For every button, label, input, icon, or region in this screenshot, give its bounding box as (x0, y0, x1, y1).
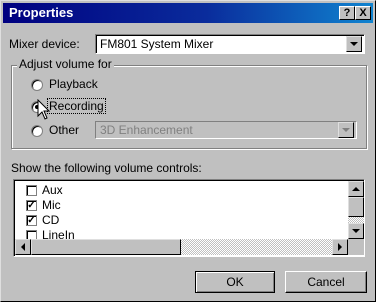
ok-button[interactable]: OK (195, 271, 275, 293)
volume-controls-list[interactable]: Aux ✓ Mic ✓ CD LineIn (13, 179, 365, 257)
cd-checkbox[interactable]: ✓ (26, 215, 37, 226)
arrow-up-icon (352, 187, 360, 191)
other-select-disabled: 3D Enhancement (95, 121, 357, 139)
vertical-scroll-thumb[interactable] (348, 197, 364, 217)
mixer-device-dropdown-button[interactable] (346, 36, 362, 52)
arrow-left-icon (21, 243, 25, 251)
playback-radio[interactable] (31, 79, 43, 91)
other-label[interactable]: Other (49, 123, 79, 137)
recording-label[interactable]: Recording (47, 98, 106, 114)
scroll-right-button[interactable] (332, 239, 348, 255)
adjust-volume-legend: Adjust volume for (17, 57, 114, 71)
cancel-button[interactable]: Cancel (285, 271, 367, 293)
volume-controls-label: Show the following volume controls: (11, 161, 202, 175)
close-button[interactable]: X (355, 6, 371, 20)
window-title: Properties (9, 5, 74, 20)
chevron-down-icon (350, 42, 358, 46)
mouse-pointer-icon (37, 99, 51, 120)
arrow-down-icon (352, 229, 360, 233)
other-select-value: 3D Enhancement (100, 123, 193, 137)
help-icon: ? (343, 7, 351, 19)
playback-label[interactable]: Playback (49, 77, 98, 91)
chevron-down-icon (342, 128, 350, 132)
mixer-device-label: Mixer device: (9, 37, 80, 51)
properties-dialog: Properties ? X Mixer device: FM801 Syste… (0, 0, 376, 302)
aux-label[interactable]: Aux (42, 183, 63, 197)
scrollbar-corner (348, 239, 364, 255)
title-bar[interactable]: Properties ? X (3, 3, 373, 23)
close-icon: X (359, 7, 367, 19)
other-radio[interactable] (31, 125, 43, 137)
aux-checkbox[interactable] (26, 185, 37, 196)
mixer-device-select[interactable]: FM801 System Mixer (95, 34, 365, 54)
help-button[interactable]: ? (339, 6, 355, 20)
mixer-device-value: FM801 System Mixer (100, 37, 214, 51)
mic-checkbox[interactable]: ✓ (26, 200, 37, 211)
other-dropdown-button (338, 122, 354, 138)
scroll-up-button[interactable] (348, 181, 364, 197)
scroll-down-button[interactable] (348, 223, 364, 239)
mic-label[interactable]: Mic (42, 198, 61, 212)
horizontal-scroll-thumb[interactable] (31, 239, 181, 255)
scroll-left-button[interactable] (15, 239, 31, 255)
arrow-right-icon (338, 243, 342, 251)
cd-label[interactable]: CD (42, 213, 59, 227)
